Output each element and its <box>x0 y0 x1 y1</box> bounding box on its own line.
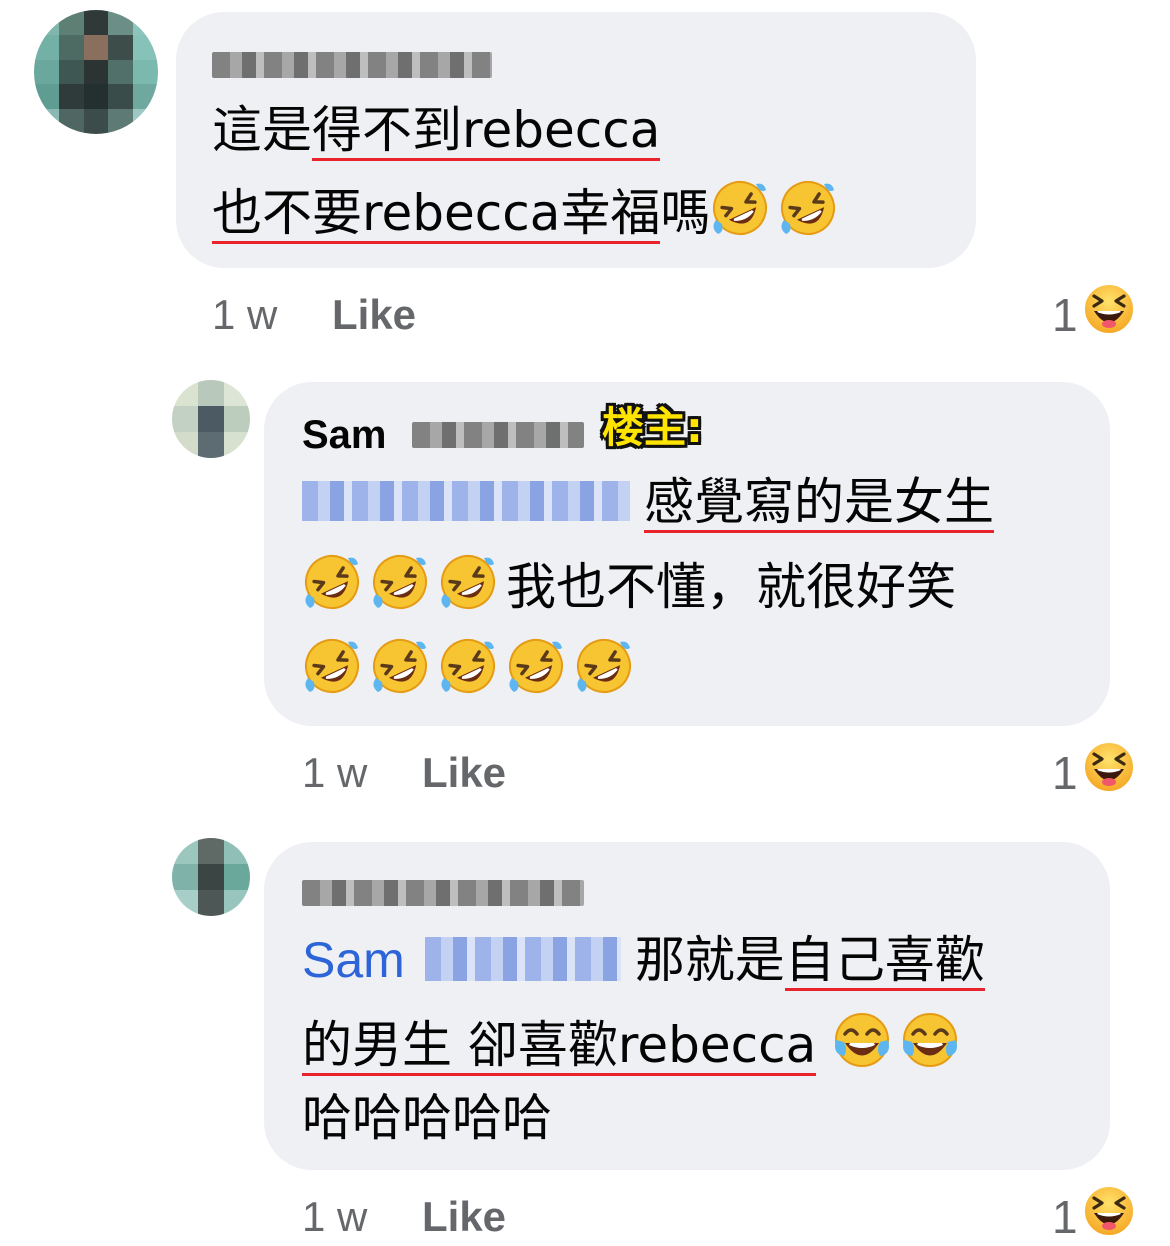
rofl-emoji-icon <box>574 636 634 696</box>
laughing-reaction-icon[interactable] <box>1082 1184 1136 1238</box>
avatar[interactable] <box>172 838 250 916</box>
comment-text-line: 的男生 卻喜歡rebecca <box>302 1010 968 1076</box>
rofl-emoji-icon <box>370 636 430 696</box>
emoji-line <box>302 636 642 701</box>
reaction-count[interactable]: 1 <box>1052 290 1078 340</box>
author-name-redacted[interactable] <box>212 52 492 78</box>
rofl-emoji-icon <box>438 552 498 612</box>
avatar[interactable] <box>34 10 158 134</box>
joy-emoji-icon <box>832 1010 892 1070</box>
like-button[interactable]: Like <box>332 290 416 340</box>
mention-link[interactable]: Sam <box>302 930 405 990</box>
comment-text: 我也不懂，就很好笑 <box>506 558 956 616</box>
like-button[interactable]: Like <box>422 1192 506 1242</box>
rofl-emoji-icon <box>438 636 498 696</box>
comment-text: 那就是 <box>634 931 785 989</box>
comment-text: 嗎 <box>660 184 711 242</box>
comment-timestamp[interactable]: 1 w <box>302 1192 367 1242</box>
underlined-text: 也不要rebecca幸福 <box>212 184 661 244</box>
rofl-emoji-icon <box>302 552 362 612</box>
author-name[interactable]: Sam <box>302 412 387 458</box>
comment-text: 哈哈哈哈哈 <box>302 1089 552 1147</box>
like-button[interactable]: Like <box>422 748 506 798</box>
comment-text-line: 哈哈哈哈哈 <box>302 1088 552 1148</box>
avatar[interactable] <box>172 380 250 458</box>
comment-text-line: 也不要rebecca幸福嗎 <box>212 178 846 244</box>
rofl-emoji-icon <box>302 636 362 696</box>
comment-text-line: 我也不懂，就很好笑 <box>302 552 956 617</box>
op-label: 楼主: <box>602 403 703 452</box>
laughing-reaction-icon[interactable] <box>1082 282 1136 336</box>
comment-text: 這是 <box>212 101 312 159</box>
underlined-text: 得不到rebecca <box>312 101 661 161</box>
comment-timestamp[interactable]: 1 w <box>212 290 277 340</box>
rofl-emoji-icon <box>710 178 770 238</box>
underlined-text: 自己喜歡 <box>784 931 985 991</box>
author-surname-redacted[interactable] <box>412 422 584 448</box>
underlined-text: 感覺寫的是女生 <box>644 473 994 533</box>
comment-text-line: Sam 那就是自己喜歡 <box>302 930 985 991</box>
reaction-count[interactable]: 1 <box>1052 748 1078 798</box>
rofl-emoji-icon <box>370 552 430 612</box>
rofl-emoji-icon <box>506 636 566 696</box>
rofl-emoji-icon <box>778 178 838 238</box>
underlined-text: 的男生 卻喜歡rebecca <box>302 1016 817 1076</box>
comment-text-line: 這是得不到rebecca <box>212 100 661 161</box>
comment-text-line: 感覺寫的是女生 <box>302 472 994 533</box>
mention-redacted[interactable] <box>424 937 621 981</box>
mention-redacted[interactable] <box>302 481 630 521</box>
laughing-reaction-icon[interactable] <box>1082 740 1136 794</box>
comment-timestamp[interactable]: 1 w <box>302 748 367 798</box>
joy-emoji-icon <box>900 1010 960 1070</box>
author-name-redacted[interactable] <box>302 880 584 906</box>
reaction-count[interactable]: 1 <box>1052 1192 1078 1242</box>
